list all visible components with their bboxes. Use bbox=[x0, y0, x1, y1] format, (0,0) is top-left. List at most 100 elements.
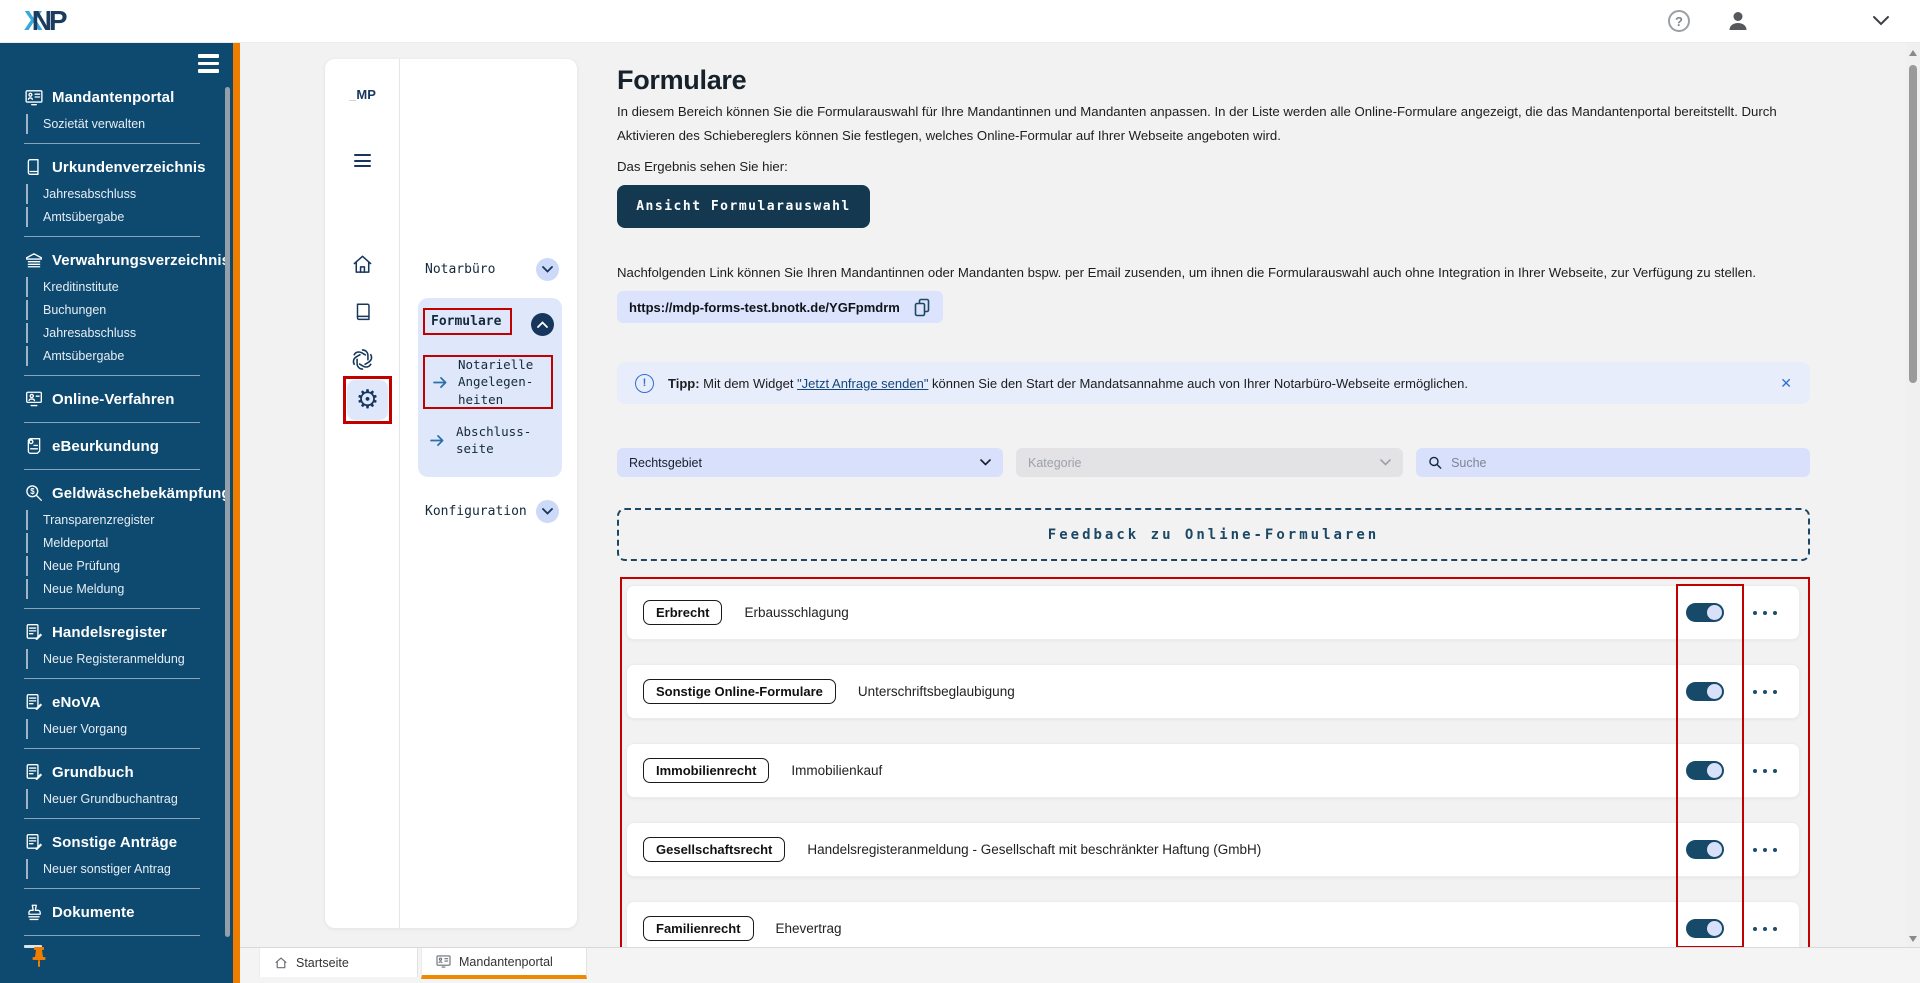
row-menu-icon[interactable] bbox=[1753, 848, 1777, 852]
help-icon[interactable]: ? bbox=[1668, 10, 1690, 32]
sidebar-subitem[interactable]: Neuer Grundbuchantrag bbox=[26, 789, 178, 809]
module-panel: _MP ⚙ Notarbüro bbox=[325, 59, 577, 928]
form-toggle-on[interactable] bbox=[1686, 682, 1724, 701]
sidebar-hamburger-icon[interactable] bbox=[198, 54, 219, 73]
scroll-down-arrow-icon[interactable] bbox=[1909, 936, 1917, 942]
form-toggle-on[interactable] bbox=[1686, 840, 1724, 859]
chevron-down-icon bbox=[1380, 459, 1391, 466]
sidebar-item-geldwaeschebekaempfung[interactable]: $ Geldwäschebekämpfung bbox=[0, 479, 233, 507]
chevron-down-icon[interactable] bbox=[536, 258, 559, 281]
sidebar-subitem[interactable]: Sozietät verwalten bbox=[26, 114, 145, 134]
subnav-item-notarielle-angelegenheiten[interactable]: Notarielle Angelegen- heiten bbox=[423, 355, 553, 409]
formulare-group-panel: Formulare Notarielle Angelegen- heiten A… bbox=[418, 298, 562, 477]
divider bbox=[24, 608, 200, 609]
rail-hamburger-icon[interactable] bbox=[354, 154, 371, 167]
divider bbox=[24, 422, 200, 423]
sidebar-item-mandantenportal[interactable]: Mandantenportal bbox=[0, 83, 233, 111]
subnav-group-konfiguration[interactable]: Konfiguration bbox=[425, 500, 559, 523]
scrollbar-thumb[interactable] bbox=[1909, 65, 1917, 383]
row-menu-icon[interactable] bbox=[1753, 611, 1777, 615]
bottom-tab-bar: Startseite Mandantenportal bbox=[240, 947, 1920, 983]
intro-text: In diesem Bereich können Sie die Formula… bbox=[617, 100, 1810, 147]
form-toggle-on[interactable] bbox=[1686, 919, 1724, 938]
sidebar-item-ebeurkundung[interactable]: eBeurkundung bbox=[0, 432, 233, 460]
sidebar-item-sonstige-antraege[interactable]: Sonstige Anträge bbox=[0, 828, 233, 856]
subnav-group-notarbuero[interactable]: Notarbüro bbox=[425, 258, 559, 281]
sidebar-subitem[interactable]: Kreditinstitute bbox=[26, 277, 119, 297]
search-input[interactable] bbox=[1451, 456, 1798, 470]
sidebar-item-online-verfahren[interactable]: Online-Verfahren bbox=[0, 385, 233, 413]
row-menu-icon[interactable] bbox=[1753, 927, 1777, 931]
chevron-down-icon[interactable] bbox=[1872, 14, 1890, 32]
subnav-item-formulare[interactable]: Formulare bbox=[423, 308, 512, 335]
chevron-down-icon[interactable] bbox=[536, 500, 559, 523]
toggle-knob bbox=[1707, 842, 1722, 857]
sidebar-item-label: eBeurkundung bbox=[52, 438, 159, 455]
close-icon[interactable]: ✕ bbox=[1780, 375, 1792, 392]
doc-pen-icon bbox=[25, 833, 43, 851]
sidebar-item-handelsregister[interactable]: Handelsregister bbox=[0, 618, 233, 646]
module-abbrev-text: MP bbox=[356, 87, 376, 102]
toggle-knob bbox=[1707, 763, 1722, 778]
book-icon[interactable] bbox=[325, 301, 400, 323]
sidebar-item-label: Online-Verfahren bbox=[52, 391, 174, 408]
subnav-item-abschlussseite[interactable]: Abschluss- seite bbox=[430, 423, 531, 458]
preview-form-selection-button[interactable]: Ansicht Formularauswahl bbox=[617, 185, 870, 228]
gear-icon: ⚙ bbox=[356, 387, 379, 413]
tab-mandantenportal-active[interactable]: Mandantenportal bbox=[421, 948, 587, 979]
sidebar-subitem[interactable]: Transparenzregister bbox=[26, 510, 154, 530]
share-link-intro: Nachfolgenden Link können Sie Ihren Mand… bbox=[617, 265, 1810, 280]
share-link-chip[interactable]: https://mdp-forms-test.bnotk.de/YGFpmdrm bbox=[617, 291, 943, 323]
sidebar-subitem[interactable]: Neue Meldung bbox=[26, 579, 124, 599]
tab-startseite[interactable]: Startseite bbox=[259, 948, 418, 977]
sidebar-subitem[interactable]: Meldeportal bbox=[26, 533, 108, 553]
rechtsgebiet-dropdown[interactable]: Rechtsgebiet bbox=[617, 448, 1003, 477]
scroll-up-arrow-icon[interactable] bbox=[1909, 50, 1917, 56]
share-link-url: https://mdp-forms-test.bnotk.de/YGFpmdrm bbox=[629, 300, 900, 315]
sidebar-subitem[interactable]: Jahresabschluss bbox=[26, 184, 136, 204]
arrow-right-icon bbox=[430, 434, 445, 447]
sidebar-subitem[interactable]: Neuer Vorgang bbox=[26, 719, 127, 739]
divider bbox=[24, 748, 200, 749]
chevron-up-icon[interactable] bbox=[531, 313, 554, 336]
jetzt-anfrage-senden-link[interactable]: "Jetzt Anfrage senden" bbox=[797, 376, 928, 391]
row-menu-icon[interactable] bbox=[1753, 769, 1777, 773]
sidebar-subitem[interactable]: Neue Prüfung bbox=[26, 556, 120, 576]
divider bbox=[24, 143, 200, 144]
sidebar-subitem[interactable]: Neuer sonstiger Antrag bbox=[26, 859, 171, 879]
sidebar-item-urkundenverzeichnis[interactable]: Urkundenverzeichnis bbox=[0, 153, 233, 181]
sidebar-subitem[interactable]: Jahresabschluss bbox=[26, 323, 136, 343]
main-scrollbar[interactable] bbox=[1906, 43, 1920, 949]
settings-tab-active[interactable]: ⚙ bbox=[347, 380, 388, 420]
filter-row: Rechtsgebiet Kategorie bbox=[617, 448, 1810, 477]
stamp-icon bbox=[25, 903, 43, 921]
openai-icon[interactable] bbox=[325, 347, 400, 372]
monitor-user-icon bbox=[25, 390, 43, 408]
xnp-logo[interactable]: XNP bbox=[24, 5, 67, 37]
pin-icon[interactable] bbox=[30, 946, 48, 973]
feedback-button[interactable]: Feedback zu Online-Formularen bbox=[617, 508, 1810, 561]
subnav-item-label: Abschluss- seite bbox=[456, 423, 531, 458]
svg-text:$: $ bbox=[30, 487, 35, 496]
sidebar-scrollbar[interactable] bbox=[225, 87, 230, 937]
sidebar-subitem[interactable]: Amtsübergabe bbox=[26, 207, 124, 227]
row-menu-icon[interactable] bbox=[1753, 690, 1777, 694]
toggle-knob bbox=[1707, 605, 1722, 620]
sidebar-item-verwahrungsverzeichnis[interactable]: Verwahrungsverzeichnis bbox=[0, 246, 233, 274]
copy-icon[interactable] bbox=[913, 298, 931, 317]
divider bbox=[24, 888, 200, 889]
sidebar-item-enova[interactable]: eNoVA bbox=[0, 688, 233, 716]
category-badge: Gesellschaftsrecht bbox=[643, 837, 785, 862]
sidebar-subitem[interactable]: Buchungen bbox=[26, 300, 106, 320]
home-icon[interactable] bbox=[325, 253, 400, 276]
form-name: Handelsregisteranmeldung - Gesellschaft … bbox=[807, 842, 1261, 857]
sidebar-subitem[interactable]: Neue Registeranmeldung bbox=[26, 649, 185, 669]
user-icon[interactable] bbox=[1726, 9, 1750, 38]
sidebar-item-label: Geldwäschebekämpfung bbox=[52, 485, 231, 502]
sidebar-item-dokumente[interactable]: Dokumente bbox=[0, 898, 233, 926]
doc-pen-icon bbox=[25, 623, 43, 641]
form-toggle-on[interactable] bbox=[1686, 761, 1724, 780]
form-toggle-on[interactable] bbox=[1686, 603, 1724, 622]
sidebar-item-grundbuch[interactable]: Grundbuch bbox=[0, 758, 233, 786]
sidebar-subitem[interactable]: Amtsübergabe bbox=[26, 346, 124, 366]
